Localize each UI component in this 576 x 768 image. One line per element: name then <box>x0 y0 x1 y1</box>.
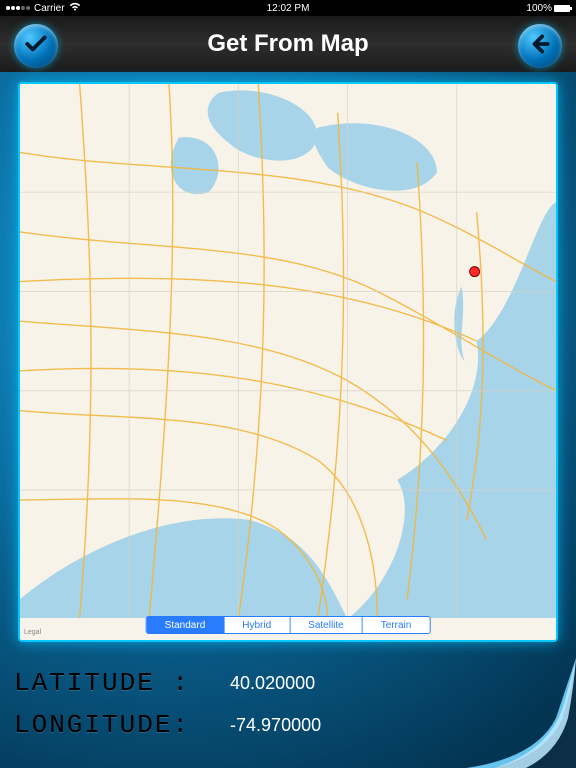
main-area: Legal Standard Hybrid Satellite Terrain … <box>0 72 576 768</box>
map-pin-icon <box>470 267 480 277</box>
map-card: Legal Standard Hybrid Satellite Terrain <box>18 82 558 642</box>
back-button[interactable] <box>518 24 562 68</box>
coordinates-panel: LATITUDE : 40.020000 LONGITUDE: -74.9700… <box>14 662 562 746</box>
longitude-value: -74.970000 <box>230 715 321 736</box>
battery-indicator: 100% <box>526 3 570 14</box>
map-seg-satellite[interactable]: Satellite <box>290 617 363 633</box>
check-icon <box>23 31 49 62</box>
signal-dots-icon <box>6 6 30 10</box>
map-seg-terrain[interactable]: Terrain <box>363 617 430 633</box>
clock-label: 12:02 PM <box>267 3 310 14</box>
wifi-icon <box>69 2 81 14</box>
map-seg-standard[interactable]: Standard <box>147 617 225 633</box>
map-legal-label[interactable]: Legal <box>24 629 41 636</box>
map-type-segmented: Standard Hybrid Satellite Terrain <box>146 616 431 634</box>
map-seg-hybrid[interactable]: Hybrid <box>224 617 290 633</box>
battery-pct-label: 100% <box>526 3 552 14</box>
header-bar: Get From Map <box>0 16 576 72</box>
carrier-label: Carrier <box>34 3 65 14</box>
arrow-left-icon <box>527 31 553 62</box>
confirm-button[interactable] <box>14 24 58 68</box>
longitude-label: LONGITUDE: <box>14 710 190 740</box>
page-title: Get From Map <box>207 30 368 58</box>
latitude-value: 40.020000 <box>230 673 315 694</box>
status-bar: Carrier 12:02 PM 100% <box>0 0 576 16</box>
map-view[interactable] <box>20 84 556 618</box>
latitude-label: LATITUDE : <box>14 668 190 698</box>
